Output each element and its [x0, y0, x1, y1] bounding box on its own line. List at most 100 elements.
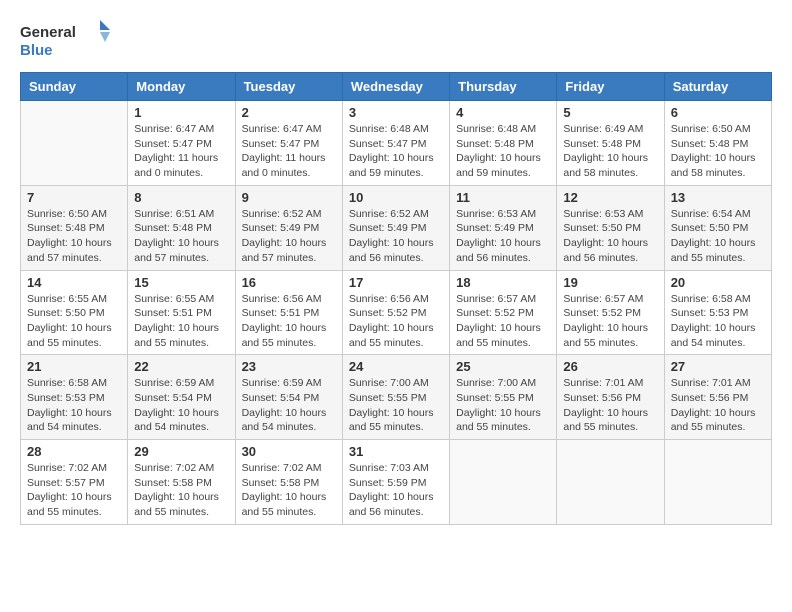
day-info: Sunrise: 6:50 AMSunset: 5:48 PMDaylight:… [671, 122, 765, 181]
day-number: 14 [27, 275, 121, 290]
day-number: 30 [242, 444, 336, 459]
calendar-cell [450, 440, 557, 525]
calendar-cell: 13 Sunrise: 6:54 AMSunset: 5:50 PMDayligh… [664, 185, 771, 270]
day-info: Sunrise: 7:03 AMSunset: 5:59 PMDaylight:… [349, 461, 443, 520]
day-info: Sunrise: 6:56 AMSunset: 5:52 PMDaylight:… [349, 292, 443, 351]
calendar-week-1: 1 Sunrise: 6:47 AMSunset: 5:47 PMDaylight… [21, 101, 772, 186]
day-number: 20 [671, 275, 765, 290]
day-info: Sunrise: 6:59 AMSunset: 5:54 PMDaylight:… [242, 376, 336, 435]
day-info: Sunrise: 6:57 AMSunset: 5:52 PMDaylight:… [563, 292, 657, 351]
day-info: Sunrise: 6:52 AMSunset: 5:49 PMDaylight:… [242, 207, 336, 266]
calendar-week-3: 14Sunrise: 6:55 AMSunset: 5:50 PMDayligh… [21, 270, 772, 355]
day-number: 8 [134, 190, 228, 205]
day-info: Sunrise: 6:55 AMSunset: 5:51 PMDaylight:… [134, 292, 228, 351]
calendar-cell: 28 Sunrise: 7:02 AMSunset: 5:57 PMDayligh… [21, 440, 128, 525]
day-info: Sunrise: 6:53 AMSunset: 5:50 PMDaylight:… [563, 207, 657, 266]
day-number: 10 [349, 190, 443, 205]
calendar-cell: 17 Sunrise: 6:56 AMSunset: 5:52 PMDayligh… [342, 270, 449, 355]
day-number: 6 [671, 105, 765, 120]
logo-svg: General Blue [20, 20, 110, 62]
day-info: Sunrise: 6:58 AMSunset: 5:53 PMDaylight:… [671, 292, 765, 351]
svg-text:Blue: Blue [20, 42, 53, 59]
calendar-cell: 19 Sunrise: 6:57 AMSunset: 5:52 PMDayligh… [557, 270, 664, 355]
day-info: Sunrise: 6:56 AMSunset: 5:51 PMDaylight:… [242, 292, 336, 351]
calendar-cell: 5 Sunrise: 6:49 AMSunset: 5:48 PMDaylight… [557, 101, 664, 186]
day-number: 29 [134, 444, 228, 459]
day-info: Sunrise: 7:00 AMSunset: 5:55 PMDaylight:… [349, 376, 443, 435]
day-info: Sunrise: 6:54 AMSunset: 5:50 PMDaylight:… [671, 207, 765, 266]
day-number: 15 [134, 275, 228, 290]
calendar-cell: 6 Sunrise: 6:50 AMSunset: 5:48 PMDaylight… [664, 101, 771, 186]
day-info: Sunrise: 6:50 AMSunset: 5:48 PMDaylight:… [27, 207, 121, 266]
day-header-sunday: Sunday [21, 73, 128, 101]
calendar-cell: 8Sunrise: 6:51 AMSunset: 5:48 PMDaylight… [128, 185, 235, 270]
calendar-header-row: SundayMondayTuesdayWednesdayThursdayFrid… [21, 73, 772, 101]
day-info: Sunrise: 6:47 AMSunset: 5:47 PMDaylight:… [242, 122, 336, 181]
day-number: 19 [563, 275, 657, 290]
calendar-week-5: 28 Sunrise: 7:02 AMSunset: 5:57 PMDayligh… [21, 440, 772, 525]
day-info: Sunrise: 7:01 AMSunset: 5:56 PMDaylight:… [563, 376, 657, 435]
day-number: 23 [242, 359, 336, 374]
day-number: 31 [349, 444, 443, 459]
day-number: 12 [563, 190, 657, 205]
calendar-cell: 18 Sunrise: 6:57 AMSunset: 5:52 PMDayligh… [450, 270, 557, 355]
day-number: 27 [671, 359, 765, 374]
day-info: Sunrise: 6:48 AMSunset: 5:47 PMDaylight:… [349, 122, 443, 181]
day-number: 25 [456, 359, 550, 374]
calendar-cell [21, 101, 128, 186]
day-number: 28 [27, 444, 121, 459]
calendar-cell: 16 Sunrise: 6:56 AMSunset: 5:51 PMDayligh… [235, 270, 342, 355]
calendar-cell: 7Sunrise: 6:50 AMSunset: 5:48 PMDaylight… [21, 185, 128, 270]
day-number: 18 [456, 275, 550, 290]
day-number: 9 [242, 190, 336, 205]
calendar-cell: 30Sunrise: 7:02 AMSunset: 5:58 PMDayligh… [235, 440, 342, 525]
calendar-cell: 2Sunrise: 6:47 AMSunset: 5:47 PMDaylight… [235, 101, 342, 186]
day-info: Sunrise: 6:59 AMSunset: 5:54 PMDaylight:… [134, 376, 228, 435]
day-info: Sunrise: 6:47 AMSunset: 5:47 PMDaylight:… [134, 122, 228, 181]
day-number: 22 [134, 359, 228, 374]
calendar-cell: 24 Sunrise: 7:00 AMSunset: 5:55 PMDayligh… [342, 355, 449, 440]
day-info: Sunrise: 7:01 AMSunset: 5:56 PMDaylight:… [671, 376, 765, 435]
calendar-cell: 25Sunrise: 7:00 AMSunset: 5:55 PMDayligh… [450, 355, 557, 440]
day-info: Sunrise: 6:57 AMSunset: 5:52 PMDaylight:… [456, 292, 550, 351]
day-number: 24 [349, 359, 443, 374]
calendar-cell: 3 Sunrise: 6:48 AMSunset: 5:47 PMDaylight… [342, 101, 449, 186]
calendar-cell: 27 Sunrise: 7:01 AMSunset: 5:56 PMDayligh… [664, 355, 771, 440]
calendar-cell: 21 Sunrise: 6:58 AMSunset: 5:53 PMDayligh… [21, 355, 128, 440]
calendar-cell: 23 Sunrise: 6:59 AMSunset: 5:54 PMDayligh… [235, 355, 342, 440]
page-header: General Blue [20, 20, 772, 62]
calendar-cell: 15 Sunrise: 6:55 AMSunset: 5:51 PMDayligh… [128, 270, 235, 355]
calendar-week-4: 21 Sunrise: 6:58 AMSunset: 5:53 PMDayligh… [21, 355, 772, 440]
day-header-friday: Friday [557, 73, 664, 101]
day-number: 3 [349, 105, 443, 120]
day-info: Sunrise: 6:52 AMSunset: 5:49 PMDaylight:… [349, 207, 443, 266]
calendar-cell: 9 Sunrise: 6:52 AMSunset: 5:49 PMDaylight… [235, 185, 342, 270]
day-header-wednesday: Wednesday [342, 73, 449, 101]
day-number: 13 [671, 190, 765, 205]
calendar-cell: 22 Sunrise: 6:59 AMSunset: 5:54 PMDayligh… [128, 355, 235, 440]
day-number: 17 [349, 275, 443, 290]
day-number: 4 [456, 105, 550, 120]
day-header-thursday: Thursday [450, 73, 557, 101]
calendar-table: SundayMondayTuesdayWednesdayThursdayFrid… [20, 72, 772, 525]
day-info: Sunrise: 6:49 AMSunset: 5:48 PMDaylight:… [563, 122, 657, 181]
calendar-cell [557, 440, 664, 525]
day-info: Sunrise: 7:02 AMSunset: 5:57 PMDaylight:… [27, 461, 121, 520]
day-number: 16 [242, 275, 336, 290]
day-number: 1 [134, 105, 228, 120]
day-header-saturday: Saturday [664, 73, 771, 101]
day-number: 5 [563, 105, 657, 120]
day-info: Sunrise: 6:53 AMSunset: 5:49 PMDaylight:… [456, 207, 550, 266]
day-number: 21 [27, 359, 121, 374]
day-header-tuesday: Tuesday [235, 73, 342, 101]
calendar-week-2: 7Sunrise: 6:50 AMSunset: 5:48 PMDaylight… [21, 185, 772, 270]
svg-text:General: General [20, 24, 76, 41]
day-number: 26 [563, 359, 657, 374]
calendar-cell: 20 Sunrise: 6:58 AMSunset: 5:53 PMDayligh… [664, 270, 771, 355]
day-info: Sunrise: 6:58 AMSunset: 5:53 PMDaylight:… [27, 376, 121, 435]
calendar-cell [664, 440, 771, 525]
calendar-cell: 4 Sunrise: 6:48 AMSunset: 5:48 PMDaylight… [450, 101, 557, 186]
day-info: Sunrise: 6:48 AMSunset: 5:48 PMDaylight:… [456, 122, 550, 181]
calendar-cell: 14Sunrise: 6:55 AMSunset: 5:50 PMDayligh… [21, 270, 128, 355]
calendar-cell: 1 Sunrise: 6:47 AMSunset: 5:47 PMDaylight… [128, 101, 235, 186]
